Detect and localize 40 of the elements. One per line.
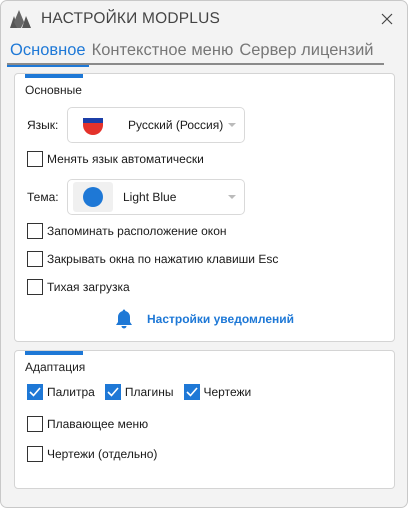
checkbox-label: Запоминать расположение окон (47, 224, 226, 238)
close-icon[interactable] (381, 13, 393, 25)
checkbox-label: Закрывать окна по нажатию клавиши Esc (47, 252, 278, 266)
section-accent (25, 351, 83, 355)
notification-settings-link[interactable]: Настройки уведомлений (146, 312, 294, 326)
tab[interactable]: Контекстное меню (88, 39, 236, 63)
section-accent (25, 74, 83, 78)
tab[interactable]: Сервер лицензий (236, 39, 377, 63)
checkbox-label: Чертежи (204, 385, 252, 399)
color-swatch-icon (83, 187, 103, 207)
checkbox[interactable] (104, 384, 121, 400)
dropdown[interactable]: Русский (Россия) (67, 107, 245, 143)
logo-icon (10, 10, 32, 28)
field-label: Тема: (27, 190, 59, 204)
dropdown[interactable]: Light Blue (67, 179, 245, 215)
checkbox-label: Чертежи (отдельно) (47, 447, 158, 461)
checkbox[interactable] (27, 279, 43, 295)
checkbox[interactable] (27, 416, 43, 432)
tab[interactable]: Основное (7, 39, 89, 65)
caret-icon (228, 195, 236, 199)
window-title: НАСТРОЙКИ MODPLUS (41, 10, 222, 28)
checkbox-label: Палитра (47, 385, 95, 399)
checkbox-label: Плагины (124, 385, 174, 399)
section-title: Адаптация (25, 360, 86, 374)
checkbox[interactable] (184, 384, 200, 400)
flag-icon (83, 115, 103, 135)
checkbox[interactable] (27, 251, 43, 267)
section-title: Основные (25, 83, 83, 97)
checkbox-label: Менять язык автоматически (47, 152, 204, 166)
dropdown-value: Русский (Россия) (128, 118, 224, 132)
checkbox-label: Тихая загрузка (47, 280, 130, 294)
caret-icon (228, 123, 236, 127)
checkbox[interactable] (27, 446, 43, 462)
checkbox[interactable] (27, 384, 43, 400)
bell-icon (114, 309, 133, 329)
checkbox[interactable] (27, 223, 43, 239)
field-label: Язык: (27, 118, 59, 132)
dropdown-value: Light Blue (123, 190, 178, 204)
checkbox[interactable] (27, 151, 43, 167)
checkbox-label: Плавающее меню (47, 417, 148, 431)
